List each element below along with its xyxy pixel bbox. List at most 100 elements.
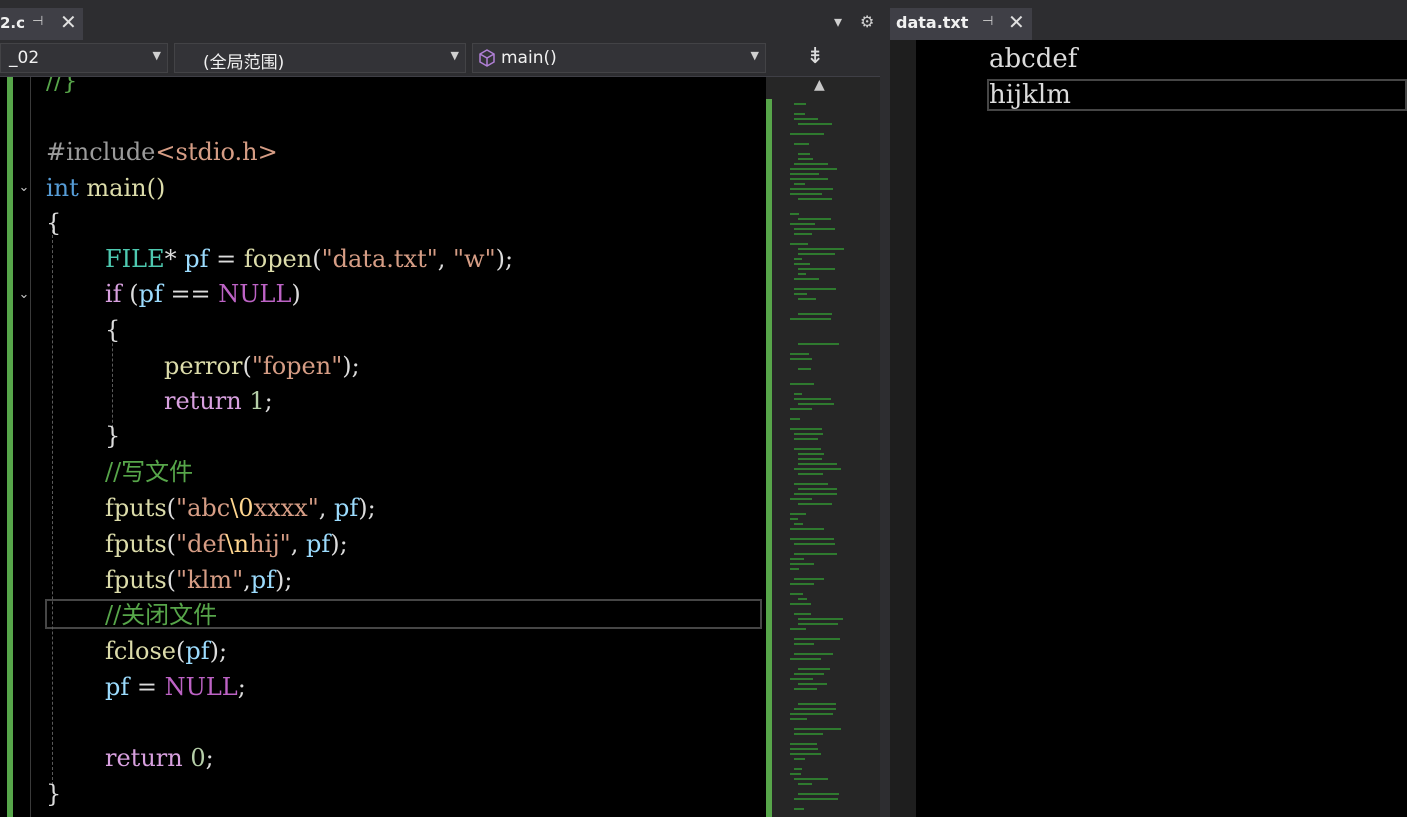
minimap-row	[798, 198, 832, 200]
indent-guide	[52, 225, 53, 785]
minimap-row	[790, 428, 822, 430]
minimap-row	[794, 708, 836, 710]
minimap-row	[794, 233, 812, 235]
minimap-row	[794, 288, 836, 290]
code-line-4: int main()	[46, 174, 166, 202]
group-splitter[interactable]	[880, 0, 890, 817]
tab-title: 2.c	[0, 14, 26, 32]
scrollbar-minimap[interactable]: ▲	[766, 77, 880, 817]
minimap-row	[794, 258, 802, 260]
scroll-up-arrow-icon[interactable]: ▲	[814, 77, 825, 93]
minimap-row	[790, 408, 812, 410]
code-line-5: {	[46, 209, 62, 237]
minimap-row	[794, 483, 828, 485]
minimap-row	[790, 568, 799, 570]
minimap-row	[790, 213, 799, 215]
minimap-row	[798, 598, 807, 600]
minimap-row	[794, 113, 805, 115]
minimap-row	[794, 768, 802, 770]
minimap-row	[794, 643, 814, 645]
code-line-8: {	[105, 316, 121, 344]
minimap-row	[798, 343, 839, 345]
minimap-row	[794, 553, 837, 555]
chevron-down-icon: ▼	[750, 49, 759, 62]
pin-icon[interactable]: ⊣	[982, 14, 993, 29]
minimap-row	[798, 703, 836, 705]
pin-icon[interactable]: ⊣	[32, 14, 43, 29]
minimap-row	[794, 728, 841, 730]
minimap-row	[790, 358, 812, 360]
minimap-row	[798, 313, 832, 315]
text-editor[interactable]	[890, 40, 1407, 817]
minimap-row	[790, 353, 809, 355]
tab-2c[interactable]: 2.c ⊣ ✕	[0, 8, 83, 40]
minimap-row	[790, 418, 800, 420]
chevron-down-icon: ▼	[450, 49, 459, 62]
minimap-row	[794, 798, 838, 800]
change-tracking-bar	[7, 77, 13, 817]
code-line-1: //}	[46, 77, 78, 95]
code-line-18: pf = NULL;	[105, 673, 246, 701]
project-dropdown[interactable]: _02 ▼	[0, 43, 168, 73]
minimap-row	[798, 273, 806, 275]
minimap-row	[794, 543, 835, 545]
minimap-row	[790, 658, 821, 660]
tab-list-dropdown-icon[interactable]: ▾	[834, 12, 842, 31]
split-window-icon[interactable]: ⇟	[806, 44, 824, 69]
minimap-row	[798, 473, 823, 475]
settings-gear-icon[interactable]: ⚙	[860, 12, 874, 31]
code-line-6: FILE* pf = fopen("data.txt", "w");	[105, 245, 514, 273]
scope-label: (全局范围)	[203, 53, 285, 73]
minimap-row	[790, 173, 819, 175]
minimap-row	[790, 558, 804, 560]
left-tab-bar: 2.c ⊣ ✕ ▾ ⚙	[0, 0, 880, 40]
minimap-row	[798, 253, 835, 255]
collapse-main-icon[interactable]: ⌄	[16, 180, 32, 196]
minimap-row	[798, 463, 837, 465]
minimap-row	[790, 678, 813, 680]
close-icon[interactable]: ✕	[1008, 10, 1025, 34]
minimap-row	[798, 298, 816, 300]
tab-data-txt[interactable]: data.txt ⊣ ✕	[890, 8, 1032, 40]
minimap-row	[790, 593, 803, 595]
project-label: _02	[9, 48, 40, 68]
minimap-row	[790, 583, 814, 585]
minimap-row	[790, 133, 824, 135]
code-line-3: #include<stdio.h>	[46, 138, 278, 166]
minimap-row	[798, 793, 839, 795]
minimap-row	[794, 438, 818, 440]
minimap-row	[798, 268, 835, 270]
function-dropdown[interactable]: main() ▼	[472, 43, 766, 73]
minimap-row	[794, 808, 804, 810]
minimap-row	[790, 563, 814, 565]
minimap-row	[790, 243, 808, 245]
function-cube-icon	[477, 48, 497, 73]
minimap-row	[794, 653, 833, 655]
code-editor[interactable]: ⌄ ⌄ //} #include<stdio.h> int main() { F…	[0, 77, 766, 817]
minimap-row	[794, 278, 819, 280]
text-editor-margin	[890, 40, 916, 817]
minimap-row	[798, 618, 843, 620]
minimap-row	[794, 638, 840, 640]
scope-dropdown[interactable]: (全局范围) ▼	[174, 43, 466, 73]
minimap-row	[794, 118, 818, 120]
minimap-row	[798, 668, 830, 670]
minimap-row	[794, 263, 810, 265]
minimap-row	[794, 688, 817, 690]
minimap-row	[794, 578, 824, 580]
minimap-row	[790, 528, 824, 530]
minimap-row	[790, 178, 828, 180]
navigation-bar: _02 ▼ (全局范围) ▼ main() ▼	[0, 40, 880, 77]
minimap-row	[794, 758, 805, 760]
minimap-row	[794, 143, 809, 145]
collapse-if-icon[interactable]: ⌄	[16, 287, 32, 303]
minimap-row	[794, 733, 823, 735]
minimap-row	[794, 523, 803, 525]
chevron-down-icon: ▼	[152, 49, 161, 62]
close-icon[interactable]: ✕	[60, 10, 77, 34]
tab-title: data.txt	[896, 13, 969, 32]
minimap-row	[794, 103, 806, 105]
minimap-row	[798, 453, 824, 455]
minimap-row	[794, 448, 821, 450]
minimap-row	[790, 498, 812, 500]
